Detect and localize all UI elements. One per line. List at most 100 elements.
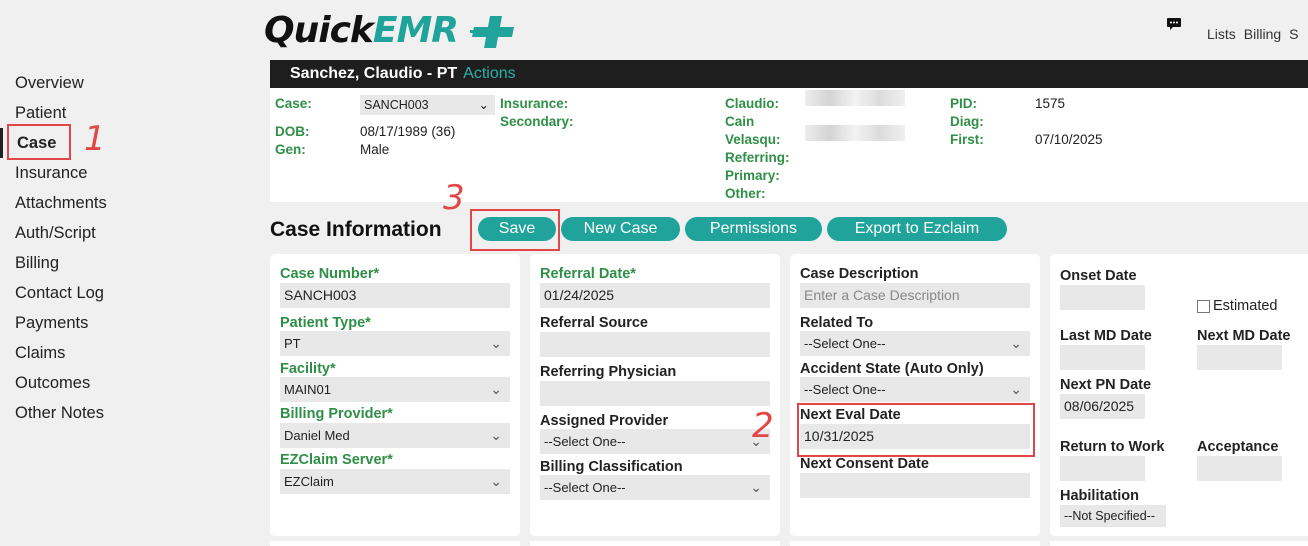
next-card-edge	[790, 541, 1040, 546]
chevron-down-icon: ⌄	[490, 473, 502, 489]
referral-date-input[interactable]: 01/24/2025	[540, 283, 770, 308]
last-md-date-input[interactable]	[1060, 345, 1145, 370]
ezclaim-server-select[interactable]: EZClaim ⌄	[280, 469, 510, 494]
nav-more[interactable]: S	[1289, 26, 1298, 42]
onset-date-label: Onset Date	[1060, 268, 1137, 284]
sidebar-item-outcomes[interactable]: Outcomes	[0, 368, 140, 398]
other-label: Other:	[725, 186, 766, 201]
cain-label: Cain	[725, 114, 755, 129]
ezclaim-server-label: EZClaim Server*	[280, 452, 393, 468]
logo-plus-icon	[470, 16, 514, 48]
assigned-provider-label: Assigned Provider	[540, 413, 669, 429]
sidebar-item-auth-script[interactable]: Auth/Script	[0, 218, 140, 248]
next-pn-date-label: Next PN Date	[1060, 377, 1152, 393]
chevron-down-icon: ⌄	[490, 335, 502, 351]
diag-label: Diag:	[950, 114, 984, 129]
case-select[interactable]: SANCH003 ⌄	[360, 95, 495, 115]
patient-bar: Sanchez, Claudio - PT Actions	[270, 60, 1308, 88]
return-to-work-label: Return to Work	[1060, 439, 1165, 455]
referring-physician-input[interactable]	[540, 381, 770, 406]
patient-name: Sanchez, Claudio - PT	[290, 65, 458, 82]
card-dates: Onset Date Estimated Last MD Date Next M…	[1050, 254, 1308, 536]
annotation-box-next-eval	[797, 403, 1035, 457]
velasqu-label: Velasqu:	[725, 132, 781, 147]
billing-provider-label: Billing Provider*	[280, 406, 393, 422]
first-value: 07/10/2025	[1035, 132, 1103, 147]
nav-lists[interactable]: Lists	[1207, 26, 1236, 42]
sidebar: Overview Patient Case Insurance Attachme…	[0, 68, 140, 428]
sidebar-item-payments[interactable]: Payments	[0, 308, 140, 338]
patient-type-label: Patient Type*	[280, 315, 371, 331]
permissions-button[interactable]: Permissions	[685, 217, 822, 241]
pid-label: PID:	[950, 96, 977, 111]
next-md-date-label: Next MD Date	[1197, 328, 1291, 344]
sidebar-item-contact-log[interactable]: Contact Log	[0, 278, 140, 308]
case-description-label: Case Description	[800, 266, 919, 282]
billing-classification-select[interactable]: --Select One-- ⌄	[540, 475, 770, 500]
card-case-description: Case Description Enter a Case Descriptio…	[790, 254, 1040, 536]
related-to-label: Related To	[800, 315, 874, 331]
gen-value: Male	[360, 142, 390, 157]
chevron-down-icon: ⌄	[1010, 335, 1022, 351]
case-number-input[interactable]: SANCH003	[280, 283, 510, 308]
claudio-label: Claudio:	[725, 96, 779, 111]
assigned-provider-select[interactable]: --Select One-- ⌄	[540, 429, 770, 454]
next-pn-date-input[interactable]: 08/06/2025	[1060, 394, 1145, 419]
estimated-label: Estimated	[1213, 298, 1278, 314]
first-label: First:	[950, 132, 984, 147]
sidebar-item-billing[interactable]: Billing	[0, 248, 140, 278]
acceptance-input[interactable]	[1197, 456, 1282, 481]
next-md-date-input[interactable]	[1197, 345, 1282, 370]
acceptance-label: Acceptance	[1197, 439, 1279, 455]
insurance-label: Insurance:	[500, 96, 569, 111]
annotation-box-save	[470, 209, 560, 251]
next-consent-date-input[interactable]	[800, 473, 1030, 498]
card-case-details: Case Number* SANCH003 Patient Type* PT ⌄ …	[270, 254, 520, 536]
chevron-down-icon: ⌄	[490, 427, 502, 443]
onset-date-input[interactable]	[1060, 285, 1145, 310]
accident-state-label: Accident State (Auto Only)	[800, 361, 984, 377]
related-to-select[interactable]: --Select One-- ⌄	[800, 331, 1030, 356]
export-ezclaim-button[interactable]: Export to Ezclaim	[827, 217, 1007, 241]
section-title: Case Information	[270, 218, 442, 241]
billing-provider-select[interactable]: Daniel Med ⌄	[280, 423, 510, 448]
sidebar-item-other-notes[interactable]: Other Notes	[0, 398, 140, 428]
dob-value: 08/17/1989 (36)	[360, 124, 456, 139]
case-label: Case:	[275, 96, 312, 111]
card-referral: Referral Date* 01/24/2025 Referral Sourc…	[530, 254, 780, 536]
next-consent-date-label: Next Consent Date	[800, 456, 929, 472]
dob-label: DOB:	[275, 124, 310, 139]
referring-label: Referring:	[725, 150, 790, 165]
sidebar-item-attachments[interactable]: Attachments	[0, 188, 140, 218]
accident-state-select[interactable]: --Select One-- ⌄	[800, 377, 1030, 402]
primary-label: Primary:	[725, 168, 780, 183]
new-case-button[interactable]: New Case	[561, 217, 680, 241]
patient-type-select[interactable]: PT ⌄	[280, 331, 510, 356]
referral-source-input[interactable]	[540, 332, 770, 357]
chat-icon[interactable]	[1166, 16, 1182, 32]
case-description-input[interactable]: Enter a Case Description	[800, 283, 1030, 308]
actions-link[interactable]: Actions	[463, 65, 515, 82]
habilitation-select[interactable]: --Not Specified--	[1060, 505, 1166, 527]
chevron-down-icon: ⌄	[1010, 381, 1022, 397]
next-card-edge	[270, 541, 520, 546]
last-md-date-label: Last MD Date	[1060, 328, 1152, 344]
sidebar-item-insurance[interactable]: Insurance	[0, 158, 140, 188]
habilitation-label: Habilitation	[1060, 488, 1139, 504]
nav-billing[interactable]: Billing	[1244, 26, 1281, 42]
return-to-work-input[interactable]	[1060, 456, 1145, 481]
quickemr-logo[interactable]: QuickEMR	[264, 10, 459, 51]
redacted-block	[805, 90, 905, 106]
sidebar-item-claims[interactable]: Claims	[0, 338, 140, 368]
case-number-label: Case Number*	[280, 266, 380, 282]
chevron-down-icon: ⌄	[750, 479, 762, 495]
next-card-edge	[530, 541, 780, 546]
referring-physician-label: Referring Physician	[540, 364, 677, 380]
facility-select[interactable]: MAIN01 ⌄	[280, 377, 510, 402]
top-nav: Lists Billing S	[1207, 26, 1307, 42]
estimated-checkbox[interactable]	[1197, 300, 1210, 313]
referral-date-label: Referral Date*	[540, 266, 636, 282]
sidebar-item-overview[interactable]: Overview	[0, 68, 140, 98]
referral-source-label: Referral Source	[540, 315, 648, 331]
annotation-number-3: 3	[443, 178, 465, 218]
